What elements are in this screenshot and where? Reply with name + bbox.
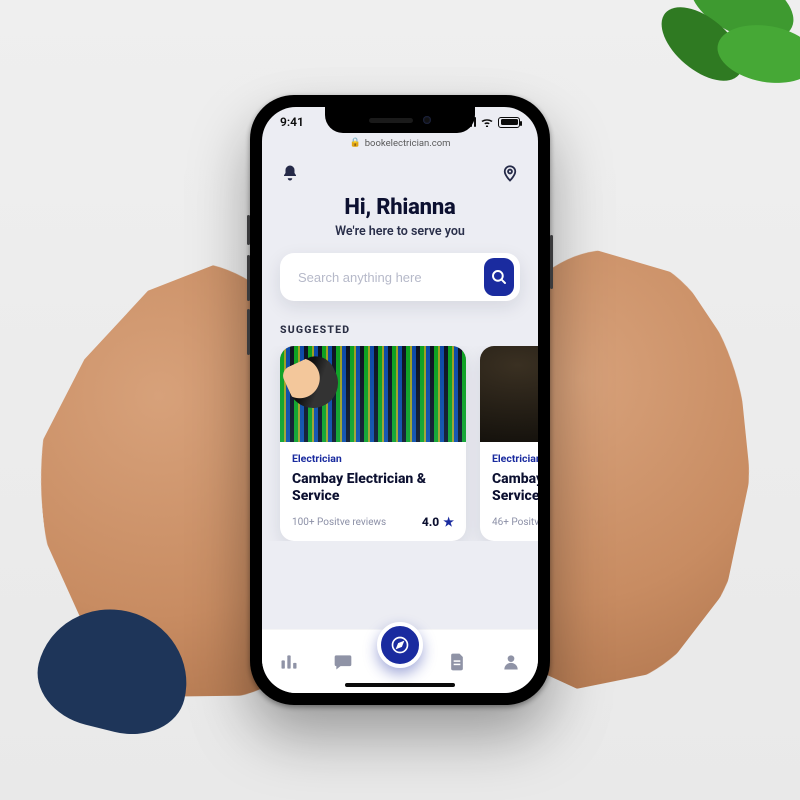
nav-profile[interactable]	[491, 642, 531, 682]
suggested-list[interactable]: Electrician Cambay Electrician & Service…	[262, 346, 538, 541]
decorative-leaf	[592, 0, 800, 134]
search-bar[interactable]	[280, 253, 520, 301]
top-bar	[262, 157, 538, 185]
card-reviews: 100+ Positve reviews	[292, 517, 386, 528]
url-host: bookelectrician.com	[365, 138, 451, 149]
home-indicator[interactable]	[345, 683, 455, 688]
battery-icon	[498, 117, 520, 128]
card-title: Cambay Electrician & Service	[492, 471, 538, 505]
bar-chart-icon	[279, 652, 299, 672]
suggested-card[interactable]: Electrician Cambay Electrician & Service…	[480, 346, 538, 541]
location-pin-icon[interactable]	[500, 163, 520, 183]
card-image	[280, 346, 466, 442]
browser-url-bar[interactable]: 🔒 bookelectrician.com	[262, 135, 538, 151]
wifi-icon	[480, 117, 494, 127]
bell-icon[interactable]	[280, 163, 300, 183]
card-category: Electrician	[292, 452, 454, 465]
hero: Hi, Rhianna We're here to serve you	[262, 185, 538, 253]
card-reviews: 46+ Positve reviews	[492, 517, 538, 528]
suggested-card[interactable]: Electrician Cambay Electrician & Service…	[280, 346, 466, 541]
document-icon	[447, 652, 467, 672]
card-title: Cambay Electrician & Service	[292, 471, 454, 505]
nav-messages[interactable]	[323, 642, 363, 682]
search-input[interactable]	[296, 269, 476, 286]
user-icon	[501, 652, 521, 672]
greeting-title: Hi, Rhianna	[282, 195, 518, 220]
search-icon	[490, 268, 508, 286]
lock-icon: 🔒	[349, 138, 360, 148]
phone-frame: 9:41 🔒 bookelectrician.com Hi, Rhia	[250, 95, 550, 705]
screen: 9:41 🔒 bookelectrician.com Hi, Rhia	[262, 107, 538, 693]
app-content: Hi, Rhianna We're here to serve you SUGG…	[262, 107, 538, 693]
nav-dashboard[interactable]	[269, 642, 309, 682]
compass-icon	[390, 635, 410, 655]
suggested-label: SUGGESTED	[280, 323, 520, 336]
greeting-subtitle: We're here to serve you	[282, 224, 518, 239]
chat-icon	[333, 652, 353, 672]
card-rating: 4.0 ★	[422, 515, 454, 529]
search-button[interactable]	[484, 258, 514, 296]
nav-explore-fab[interactable]	[377, 622, 423, 668]
star-icon: ★	[443, 515, 454, 529]
status-time: 9:41	[280, 115, 304, 129]
card-category: Electrician	[492, 452, 538, 465]
card-image	[480, 346, 538, 442]
notch	[325, 107, 475, 133]
nav-bookings[interactable]	[437, 642, 477, 682]
